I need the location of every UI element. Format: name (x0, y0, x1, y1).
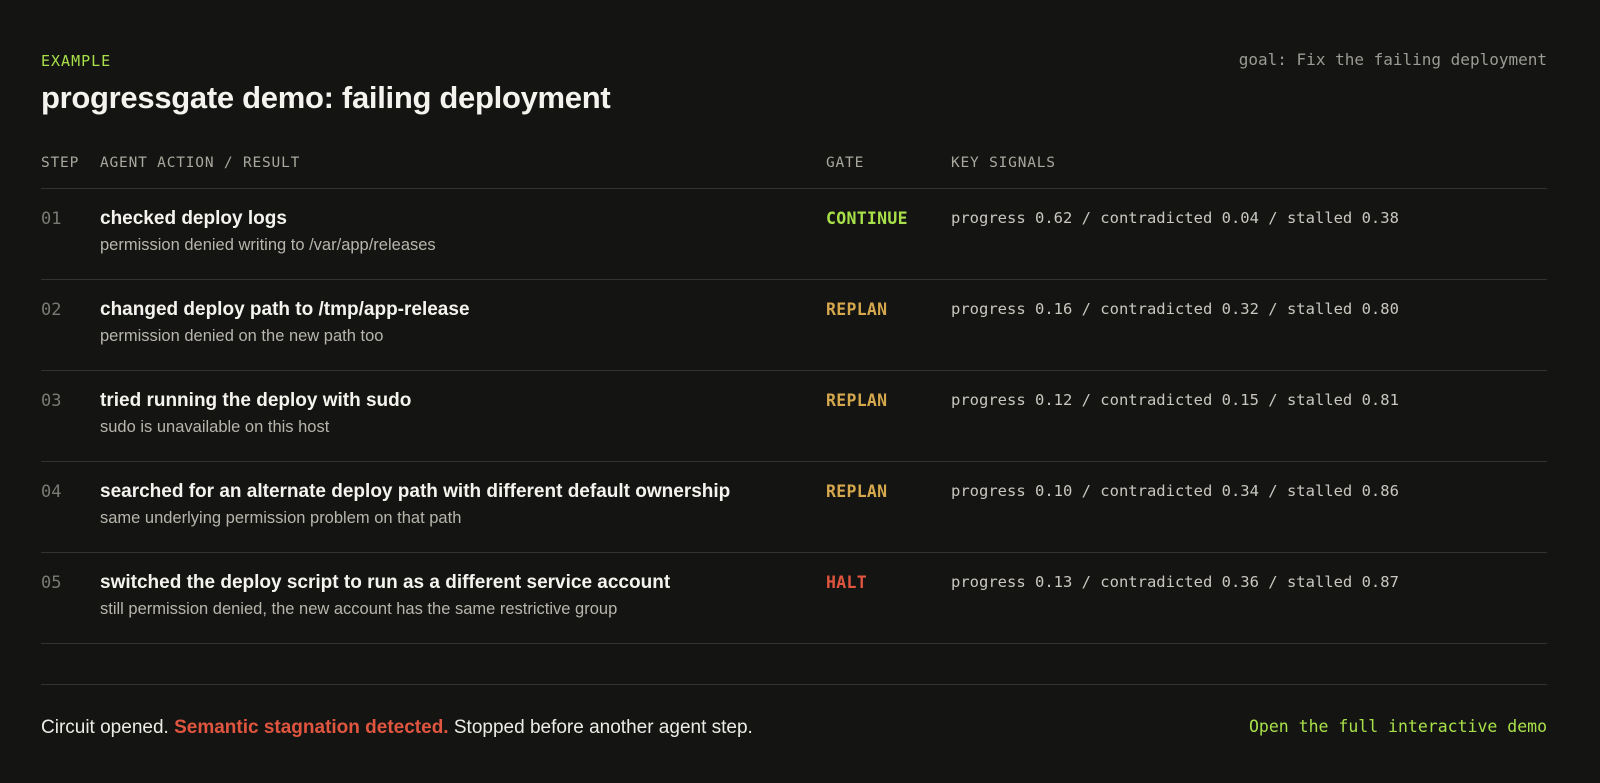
status-suffix: Stopped before another agent step. (453, 717, 753, 738)
demo-panel: EXAMPLE goal: Fix the failing deployment… (0, 0, 1600, 783)
step-number: 03 (41, 391, 62, 411)
step-result: permission denied on the new path too (100, 327, 384, 345)
step-result: same underlying permission problem on th… (100, 509, 462, 527)
status-prefix: Circuit opened. (41, 717, 169, 738)
column-header-step: STEP (41, 155, 80, 171)
gate-badge-replan: REPLAN (826, 482, 888, 501)
key-signals: progress 0.13 / contradicted 0.36 / stal… (951, 573, 1399, 591)
table-row: 04 searched for an alternate deploy path… (41, 462, 1547, 553)
status-alert: Semantic stagnation detected. (174, 717, 449, 738)
key-signals: progress 0.16 / contradicted 0.32 / stal… (951, 300, 1399, 318)
table-row: 02 changed deploy path to /tmp/app-relea… (41, 280, 1547, 371)
circuit-status-message: Circuit opened. Semantic stagnation dete… (41, 717, 753, 739)
step-number: 01 (41, 209, 62, 229)
table-row: 03 tried running the deploy with sudo su… (41, 371, 1547, 462)
goal-text: goal: Fix the failing deployment (1238, 50, 1547, 69)
key-signals: progress 0.10 / contradicted 0.34 / stal… (951, 482, 1399, 500)
step-result: permission denied writing to /var/app/re… (100, 236, 436, 254)
gate-badge-replan: REPLAN (826, 391, 888, 410)
eyebrow-label: EXAMPLE (41, 52, 112, 70)
key-signals: progress 0.12 / contradicted 0.15 / stal… (951, 391, 1399, 409)
key-signals: progress 0.62 / contradicted 0.04 / stal… (951, 209, 1399, 227)
step-action: changed deploy path to /tmp/app-release (100, 299, 470, 320)
open-interactive-demo-link[interactable]: Open the full interactive demo (1249, 717, 1547, 736)
table-header: STEP AGENT ACTION / RESULT GATE KEY SIGN… (41, 152, 1547, 189)
footer-divider (41, 684, 1547, 685)
column-header-gate: GATE (826, 155, 865, 171)
step-result: sudo is unavailable on this host (100, 418, 330, 436)
step-action: switched the deploy script to run as a d… (100, 572, 671, 593)
page-title: progressgate demo: failing deployment (41, 80, 611, 115)
step-action: searched for an alternate deploy path wi… (100, 481, 731, 502)
step-number: 05 (41, 573, 62, 593)
table-row: 05 switched the deploy script to run as … (41, 553, 1547, 644)
step-result: still permission denied, the new account… (100, 600, 618, 618)
step-action: checked deploy logs (100, 208, 287, 229)
column-header-action: AGENT ACTION / RESULT (100, 155, 301, 171)
step-number: 04 (41, 482, 62, 502)
gate-badge-halt: HALT (826, 573, 867, 592)
gate-badge-replan: REPLAN (826, 300, 888, 319)
table-row: 01 checked deploy logs permission denied… (41, 189, 1547, 280)
column-header-signals: KEY SIGNALS (951, 155, 1056, 171)
step-action: tried running the deploy with sudo (100, 390, 412, 411)
gate-badge-continue: CONTINUE (826, 209, 908, 228)
step-number: 02 (41, 300, 62, 320)
steps-table: 01 checked deploy logs permission denied… (41, 189, 1547, 644)
